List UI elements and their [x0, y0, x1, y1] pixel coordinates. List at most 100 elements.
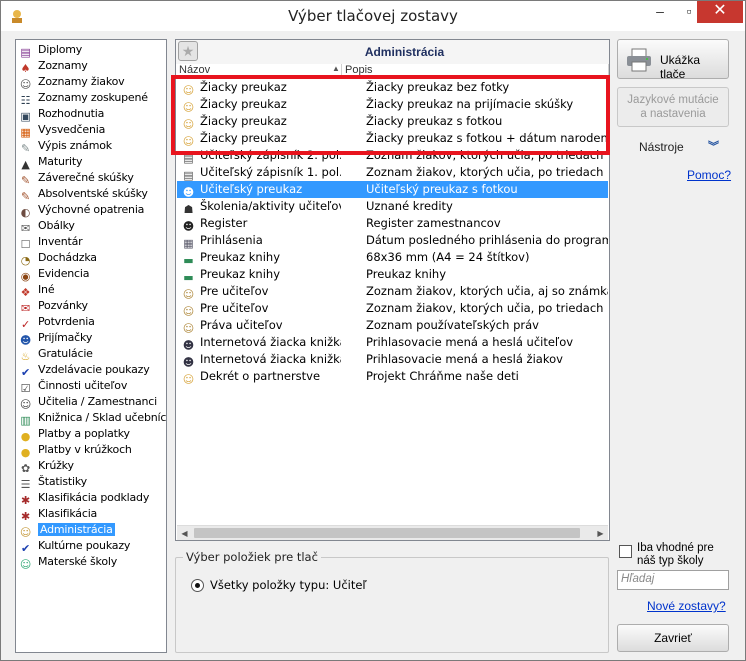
category-label: Platby a poplatky	[38, 427, 130, 440]
report-description: Prihlasovacie mená a heslá žiakov	[366, 352, 563, 366]
report-row[interactable]: ☺ Pre učiteľov Zoznam žiakov, ktorých učia…	[177, 283, 608, 300]
category-label: Administrácia	[38, 523, 115, 536]
category-list[interactable]: ▤ Diplomy ♠ Zoznamy ☺ Zoznamy žiakov ☷ Zoznamy …	[15, 39, 167, 653]
report-row[interactable]: ☺ Žiacky preukaz Žiacky preukaz bez fotky	[177, 79, 608, 96]
category-item[interactable]: ▣ Rozhodnutia	[18, 106, 164, 123]
category-item[interactable]: ▤ Diplomy	[18, 42, 164, 59]
help-link[interactable]: Pomoc?	[687, 168, 731, 182]
language-settings-line2: a nastavenia	[640, 108, 706, 120]
report-description: Uznané kredity	[366, 199, 453, 213]
category-item[interactable]: ✿ Krúžky	[18, 458, 164, 475]
category-item[interactable]: ✔ Kultúrne poukazy	[18, 538, 164, 555]
report-row[interactable]: ☻ Učiteľský preukaz Učiteľský preukaz s fo…	[177, 181, 608, 198]
person-icon: ☺	[182, 322, 195, 334]
category-item[interactable]: ❖ Iné	[18, 282, 164, 299]
category-item[interactable]: ♠ Zoznamy	[18, 58, 164, 75]
report-row[interactable]: ☻ Internetová žiacka knižka Prihlasovacie …	[177, 351, 608, 368]
close-button[interactable]: Zavrieť	[617, 624, 729, 652]
category-label: Zoznamy	[38, 59, 88, 72]
report-name-cell: ☺ Práva učiteľov	[181, 317, 341, 334]
school-type-filter-label[interactable]: Iba vhodné pre náš typ školy	[637, 542, 727, 568]
category-item[interactable]: ✎ Absolventské skúšky	[18, 186, 164, 203]
category-item[interactable]: ✔ Vzdelávacie poukazy	[18, 362, 164, 379]
category-item[interactable]: ☺ Materské školy	[18, 554, 164, 571]
minimize-button[interactable]: –	[646, 1, 674, 23]
category-item[interactable]: ✎ Záverečné skúšky	[18, 170, 164, 187]
tools-label[interactable]: Nástroje	[639, 140, 684, 154]
report-description: Dátum posledného prihlásenia do programu	[366, 233, 608, 247]
category-item[interactable]: ✱ Klasifikácia	[18, 506, 164, 523]
category-item[interactable]: ◔ Dochádzka	[18, 250, 164, 267]
category-label: Diplomy	[38, 43, 83, 56]
report-row[interactable]: ▬ Preukaz knihy 68x36 mm (A4 = 24 štítkov)	[177, 249, 608, 266]
category-label: Knižnica / Sklad učebníc	[38, 411, 167, 424]
category-item[interactable]: ✓ Potvrdenia	[18, 314, 164, 331]
category-item[interactable]: ☺ Administrácia	[18, 522, 164, 539]
report-row[interactable]: ▤ Učiteľský zápisník 2. pol. Zoznam žiakov…	[177, 147, 608, 164]
category-label: Inventár	[38, 235, 83, 248]
category-item[interactable]: ✉ Pozvánky	[18, 298, 164, 315]
category-item[interactable]: ☐ Inventár	[18, 234, 164, 251]
category-item[interactable]: ◉ Evidencia	[18, 266, 164, 283]
report-row[interactable]: ☺ Žiacky preukaz Žiacky preukaz na prijíma…	[177, 96, 608, 113]
report-name: Žiacky preukaz	[200, 80, 287, 94]
category-item[interactable]: ▲ Maturity	[18, 154, 164, 171]
report-description: Žiacky preukaz s fotkou + dátum narodeni…	[366, 131, 608, 145]
category-label: Prijímačky	[38, 331, 93, 344]
window-title: Výber tlačovej zostavy	[288, 7, 458, 25]
category-item[interactable]: ● Platby a poplatky	[18, 426, 164, 443]
scrollbar-thumb[interactable]	[194, 528, 580, 538]
category-item[interactable]: ☺ Učitelia / Zamestnanci	[18, 394, 164, 411]
teacher-card-icon: ☻	[182, 186, 195, 198]
report-row[interactable]: ▦ Prihlásenia Dátum posledného prihlásenia…	[177, 232, 608, 249]
category-item[interactable]: ◐ Výchovné opatrenia	[18, 202, 164, 219]
category-item[interactable]: ● Platby v krúžkoch	[18, 442, 164, 459]
category-item[interactable]: ✱ Klasifikácia podklady	[18, 490, 164, 507]
report-name-cell: ☺ Žiacky preukaz	[181, 113, 341, 130]
category-item[interactable]: ☺ Zoznamy žiakov	[18, 74, 164, 91]
category-label: Gratulácie	[38, 347, 93, 360]
report-row[interactable]: ☻ Register Register zamestnancov	[177, 215, 608, 232]
category-item[interactable]: ▦ Vysvedčenia	[18, 122, 164, 139]
report-row[interactable]: ☺ Žiacky preukaz Žiacky preukaz s fotkou	[177, 113, 608, 130]
report-name-cell: ☻ Internetová žiacka knižka	[181, 351, 341, 368]
close-window-button[interactable]: ✕	[697, 1, 743, 23]
chevron-down-icon[interactable]: ︾	[708, 138, 719, 154]
new-reports-link[interactable]: Nové zostavy?	[647, 599, 726, 613]
report-row[interactable]: ▬ Preukaz knihy Preukaz knihy	[177, 266, 608, 283]
report-name-cell: ☺ Pre učiteľov	[181, 300, 341, 317]
category-item[interactable]: ♨ Gratulácie	[18, 346, 164, 363]
all-items-radio[interactable]	[191, 579, 204, 592]
language-settings-button[interactable]: Jazykové mutácie a nastavenia	[617, 87, 729, 127]
scroll-left-icon[interactable]: ◀	[177, 526, 192, 541]
training-icon: ☗	[183, 203, 194, 215]
category-item[interactable]: ☰ Štatistiky	[18, 474, 164, 491]
horizontal-scrollbar[interactable]: ◀ ▶	[177, 525, 608, 540]
scroll-right-icon[interactable]: ▶	[593, 526, 608, 541]
report-row[interactable]: ▤ Učiteľský zápisník 1. pol. Zoznam žiakov…	[177, 164, 608, 181]
category-item[interactable]: ☷ Zoznamy zoskupené	[18, 90, 164, 107]
category-item[interactable]: ✉ Obálky	[18, 218, 164, 235]
column-header-name[interactable]: Názov	[176, 64, 342, 78]
login-icon: ▦	[183, 237, 194, 249]
column-header-description[interactable]: Popis	[342, 64, 609, 78]
category-item[interactable]: ✎ Výpis známok	[18, 138, 164, 155]
title-bar: Výber tlačovej zostavy – ▫ ✕	[1, 1, 745, 31]
report-row[interactable]: ☺ Dekrét o partnerstve Projekt Chráňme naš…	[177, 368, 608, 385]
search-input[interactable]: Hľadaj	[617, 570, 729, 590]
category-item[interactable]: ☑ Činnosti učiteľov	[18, 378, 164, 395]
school-type-filter-checkbox[interactable]	[619, 545, 632, 558]
report-row[interactable]: ☻ Internetová žiacka knižka Prihlasovacie …	[177, 334, 608, 351]
all-items-radio-label[interactable]: Všetky položky typu: Učiteľ	[210, 578, 367, 592]
report-row[interactable]: ☺ Práva učiteľov Zoznam používateľských pr…	[177, 317, 608, 334]
report-row[interactable]: ☺ Pre učiteľov Zoznam žiakov, ktorých učia…	[177, 300, 608, 317]
report-row[interactable]: ☺ Žiacky preukaz Žiacky preukaz s fotkou +…	[177, 130, 608, 147]
report-description: Žiacky preukaz bez fotky	[366, 80, 510, 94]
print-preview-button[interactable]: Ukážka tlače	[617, 39, 729, 81]
report-row[interactable]: ☗ Školenia/aktivity učiteľov Uznané kredit…	[177, 198, 608, 215]
category-item[interactable]: ☻ Prijímačky	[18, 330, 164, 347]
category-item[interactable]: ▥ Knižnica / Sklad učebníc	[18, 410, 167, 427]
report-name-cell: ☻ Register	[181, 215, 341, 232]
student-card-icon: ☺	[182, 118, 195, 130]
favorite-star-button[interactable]: ★	[178, 41, 198, 61]
